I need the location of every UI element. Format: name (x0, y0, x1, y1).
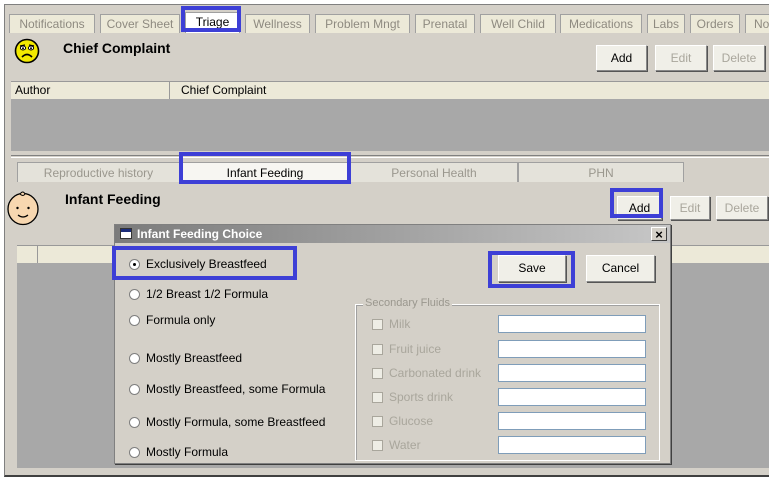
sub-tab-bar: Reproductive history Infant Feeding Pers… (5, 162, 769, 184)
dialog-title-bar[interactable]: Infant Feeding Choice × (115, 225, 670, 243)
tab-phn[interactable]: PHN (518, 162, 684, 182)
tab-problem-mngt[interactable]: Problem Mngt (315, 14, 410, 33)
glucose-amount-input[interactable] (498, 412, 646, 430)
sad-face-icon (14, 38, 40, 64)
radio-icon[interactable] (129, 417, 140, 428)
checkbox-milk[interactable]: Milk (372, 317, 410, 335)
main-tab-bar: Notifications Cover Sheet Triage Wellnes… (5, 11, 769, 35)
column-chief-complaint[interactable]: Chief Complaint (181, 82, 266, 99)
sports-drink-amount-input[interactable] (498, 388, 646, 406)
checkbox-carbonated-drink[interactable]: Carbonated drink (372, 366, 481, 384)
radio-icon[interactable] (129, 315, 140, 326)
window-icon (120, 228, 132, 239)
fruit-juice-amount-input[interactable] (498, 340, 646, 358)
radio-icon[interactable] (129, 384, 140, 395)
cancel-button[interactable]: Cancel (586, 255, 655, 282)
option-formula-only[interactable]: Formula only (129, 313, 215, 327)
option-mostly-breastfeed-some-formula[interactable]: Mostly Breastfeed, some Formula (129, 382, 325, 396)
carbonated-drink-amount-input[interactable] (498, 364, 646, 382)
tab-medications[interactable]: Medications (560, 14, 642, 33)
option-half-breast-half-formula[interactable]: 1/2 Breast 1/2 Formula (129, 287, 268, 301)
radio-icon[interactable] (129, 447, 140, 458)
baby-face-icon (6, 189, 40, 227)
chief-complaint-edit-button[interactable]: Edit (655, 45, 707, 71)
radio-selected-icon[interactable] (129, 259, 140, 270)
tab-orders[interactable]: Orders (690, 14, 740, 33)
infant-feeding-title: Infant Feeding (65, 191, 161, 207)
radio-icon[interactable] (129, 353, 140, 364)
tab-prenatal[interactable]: Prenatal (415, 14, 475, 33)
checkbox-glucose[interactable]: Glucose (372, 414, 433, 432)
chief-complaint-grid-body (11, 99, 769, 151)
checkbox-sports-drink[interactable]: Sports drink (372, 390, 453, 408)
column-author[interactable]: Author (15, 82, 50, 99)
chief-complaint-add-button[interactable]: Add (596, 45, 647, 71)
infant-feeding-add-button[interactable]: Add (617, 196, 662, 220)
tab-notifications[interactable]: Notifications (9, 14, 95, 33)
radio-icon[interactable] (129, 289, 140, 300)
checkbox-icon[interactable] (372, 344, 383, 355)
chief-complaint-title: Chief Complaint (63, 40, 171, 56)
tab-more[interactable]: No (745, 14, 769, 33)
checkbox-icon[interactable] (372, 416, 383, 427)
secondary-fluids-group: Secondary Fluids Milk Fruit juice Carbon… (355, 297, 660, 461)
infant-feeding-delete-button[interactable]: Delete (716, 196, 768, 220)
infant-feeding-choice-dialog: Infant Feeding Choice × Exclusively Brea… (114, 224, 671, 464)
checkbox-fruit-juice[interactable]: Fruit juice (372, 342, 441, 360)
option-mostly-formula[interactable]: Mostly Formula (129, 445, 228, 459)
option-mostly-formula-some-breastfeed[interactable]: Mostly Formula, some Breastfeed (129, 415, 325, 429)
option-mostly-breastfeed[interactable]: Mostly Breastfeed (129, 351, 242, 365)
tab-well-child[interactable]: Well Child (480, 14, 556, 33)
water-amount-input[interactable] (498, 436, 646, 454)
milk-amount-input[interactable] (498, 315, 646, 333)
infant-feeding-edit-button[interactable]: Edit (670, 196, 710, 220)
checkbox-icon[interactable] (372, 319, 383, 330)
checkbox-icon[interactable] (372, 368, 383, 379)
close-icon[interactable]: × (651, 227, 667, 241)
dialog-title: Infant Feeding Choice (137, 227, 263, 241)
checkbox-icon[interactable] (372, 440, 383, 451)
checkbox-water[interactable]: Water (372, 438, 421, 456)
secondary-fluids-title: Secondary Fluids (363, 297, 452, 309)
tab-wellness[interactable]: Wellness (245, 14, 310, 33)
tab-triage[interactable]: Triage (185, 12, 240, 33)
tab-personal-health[interactable]: Personal Health (350, 162, 518, 182)
tab-cover-sheet[interactable]: Cover Sheet (100, 14, 180, 33)
tab-infant-feeding[interactable]: Infant Feeding (180, 162, 350, 182)
save-button[interactable]: Save (498, 255, 566, 282)
option-exclusively-breastfeed[interactable]: Exclusively Breastfeed (129, 257, 267, 271)
chief-complaint-grid-header: Author Chief Complaint (11, 81, 769, 100)
tab-labs[interactable]: Labs (647, 14, 685, 33)
section-divider (11, 155, 769, 156)
chief-complaint-delete-button[interactable]: Delete (713, 45, 765, 71)
checkbox-icon[interactable] (372, 392, 383, 403)
tab-reproductive-history[interactable]: Reproductive history (17, 162, 180, 182)
